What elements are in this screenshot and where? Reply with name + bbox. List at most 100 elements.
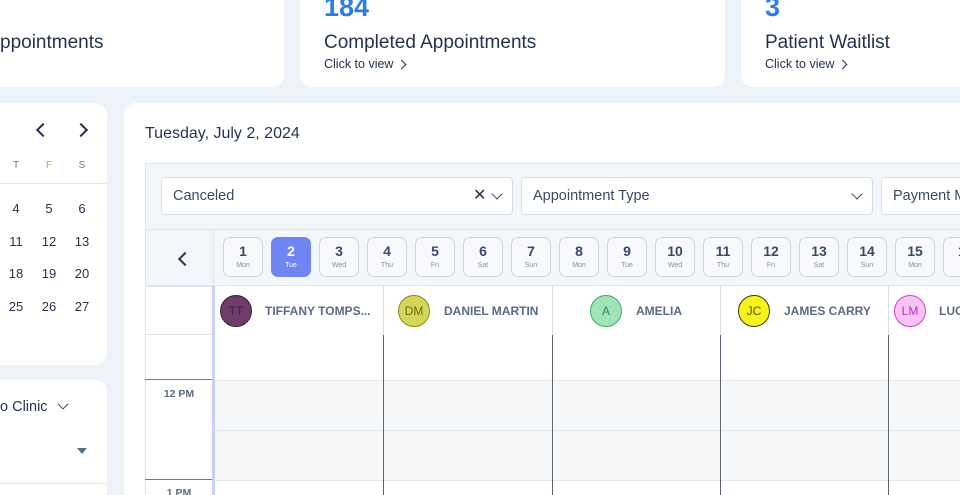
day-weekday: Wed xyxy=(667,262,683,269)
stat-card-completed[interactable]: 184 Completed Appointments Click to view xyxy=(300,0,725,87)
time-label: 1 PM xyxy=(166,487,192,495)
stat-number: 184 xyxy=(324,0,370,22)
provider-column-header[interactable]: LM LUC xyxy=(889,286,960,335)
day-number: 7 xyxy=(527,243,535,259)
mini-calendar-day[interactable]: 19 xyxy=(37,266,61,281)
mini-calendar-day[interactable]: 13 xyxy=(70,234,94,249)
day-weekday: Sun xyxy=(524,262,538,269)
appointment-type-select[interactable]: Appointment Type xyxy=(521,177,873,215)
provider-column[interactable] xyxy=(215,335,384,495)
next-month-button[interactable] xyxy=(72,119,92,139)
status-filter-select[interactable]: Canceled ✕ xyxy=(161,177,513,215)
resource-header-corner xyxy=(145,286,213,335)
mini-calendar-day[interactable]: 11 xyxy=(4,234,28,249)
chevron-right-icon xyxy=(397,59,407,69)
provider-avatar: LM xyxy=(894,294,926,327)
status-filter-value: Canceled xyxy=(173,188,235,204)
day-weekday: Sun xyxy=(860,262,874,269)
chevron-down-icon xyxy=(491,188,503,200)
day-pill[interactable]: 8 Mon xyxy=(559,237,599,277)
stat-label: ppointments xyxy=(0,32,104,53)
day-number: 1 xyxy=(239,243,247,259)
provider-column[interactable] xyxy=(553,335,721,495)
stat-card-appointments[interactable]: ppointments xyxy=(0,0,284,87)
provider-column-header[interactable]: TT TIFFANY TOMPS... xyxy=(215,286,384,335)
day-pill[interactable]: 12 Fri xyxy=(751,237,791,277)
day-number: 10 xyxy=(667,243,683,259)
provider-name: DANIEL MARTIN xyxy=(444,303,539,318)
mini-calendar-day[interactable]: 5 xyxy=(37,201,61,216)
day-pill[interactable]: 4 Thu xyxy=(367,237,407,277)
stat-label: Patient Waitlist xyxy=(765,32,890,53)
avatar-initials: JC xyxy=(746,303,762,318)
day-weekday: Wed xyxy=(331,262,347,269)
day-pill[interactable]: 5 Fri xyxy=(415,237,455,277)
day-weekday: Mon xyxy=(236,262,250,269)
click-to-view-link[interactable]: Click to view xyxy=(765,57,848,71)
day-pill[interactable]: 7 Sun xyxy=(511,237,551,277)
day-pill[interactable]: 10 Wed xyxy=(655,237,695,277)
weekday-label: F xyxy=(45,160,53,171)
provider-column-header[interactable]: JC JAMES CARRY xyxy=(721,286,889,335)
prev-month-button[interactable] xyxy=(32,119,52,139)
prev-days-button[interactable] xyxy=(174,248,194,268)
caret-down-icon[interactable] xyxy=(77,448,87,454)
day-pill[interactable]: 3 Wed xyxy=(319,237,359,277)
day-weekday: Fri xyxy=(430,262,440,269)
day-number: 5 xyxy=(431,243,439,259)
provider-name: JAMES CARRY xyxy=(784,303,871,318)
avatar-initials: A xyxy=(601,303,610,318)
day-weekday: Sat xyxy=(477,262,489,269)
provider-column[interactable] xyxy=(721,335,889,495)
provider-name: TIFFANY TOMPS... xyxy=(265,303,371,318)
mini-calendar-day[interactable]: 6 xyxy=(70,201,94,216)
day-number: 4 xyxy=(383,243,391,259)
mini-calendar-day[interactable]: 26 xyxy=(37,299,61,314)
day-pill[interactable]: 13 Sat xyxy=(799,237,839,277)
payment-method-placeholder: Payment M xyxy=(893,188,960,204)
day-number: 12 xyxy=(763,243,779,259)
day-number: 11 xyxy=(715,243,731,259)
link-label: Click to view xyxy=(324,57,394,71)
day-pill[interactable]: 1 xyxy=(943,237,960,277)
click-to-view-link[interactable]: Click to view xyxy=(324,57,407,71)
day-weekday: Tue xyxy=(285,262,297,269)
provider-column[interactable] xyxy=(384,335,553,495)
day-pill[interactable]: 9 Tue xyxy=(607,237,647,277)
day-pill[interactable]: 1 Mon xyxy=(223,237,263,277)
day-number: 1 xyxy=(944,244,960,258)
time-divider xyxy=(145,379,212,380)
stat-card-waitlist[interactable]: 3 Patient Waitlist Click to view xyxy=(741,0,960,87)
day-number: 8 xyxy=(575,243,583,259)
divider xyxy=(0,183,107,184)
day-weekday: Thu xyxy=(716,262,730,269)
clinic-selector[interactable]: o Clinic xyxy=(0,398,69,415)
calendar-date-title: Tuesday, July 2, 2024 xyxy=(145,125,300,142)
avatar-initials: LM xyxy=(901,303,919,318)
mini-calendar-day[interactable]: 25 xyxy=(4,299,28,314)
mini-calendar-day[interactable]: 20 xyxy=(70,266,94,281)
provider-column-header[interactable]: A AMELIA xyxy=(553,286,721,335)
day-pill[interactable]: 15 Mon xyxy=(895,237,935,277)
mini-calendar-day[interactable]: 27 xyxy=(70,299,94,314)
provider-avatar: DM xyxy=(398,294,430,327)
day-pill[interactable]: 14 Sun xyxy=(847,237,887,277)
mini-calendar-day[interactable]: 4 xyxy=(4,201,28,216)
provider-name: LUC xyxy=(939,303,960,318)
stat-label: Completed Appointments xyxy=(324,32,537,53)
day-weekday: Tue xyxy=(621,262,633,269)
weekday-label: S xyxy=(78,160,86,171)
chevron-down-icon xyxy=(851,188,863,200)
time-divider xyxy=(145,479,212,480)
day-pill[interactable]: 6 Sat xyxy=(463,237,503,277)
provider-column-header[interactable]: DM DANIEL MARTIN xyxy=(384,286,553,335)
clinic-label: o Clinic xyxy=(0,399,48,415)
mini-calendar-day[interactable]: 12 xyxy=(37,234,61,249)
day-pill[interactable]: 11 Thu xyxy=(703,237,743,277)
clear-icon[interactable]: ✕ xyxy=(473,188,486,204)
mini-calendar-day[interactable]: 18 xyxy=(4,266,28,281)
mini-calendar: T F S 4 5 6 11 12 13 18 19 20 25 26 27 xyxy=(0,103,107,365)
payment-method-select[interactable]: Payment M xyxy=(881,177,960,215)
divider xyxy=(0,483,107,484)
day-pill-selected[interactable]: 2 Tue xyxy=(271,237,311,277)
